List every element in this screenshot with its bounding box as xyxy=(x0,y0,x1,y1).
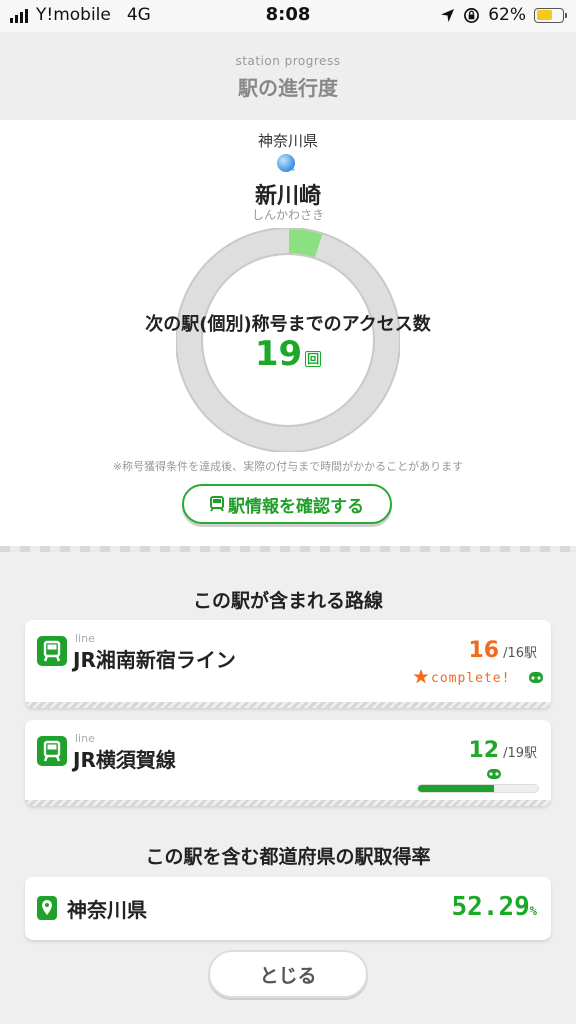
line-progress-bar xyxy=(417,784,539,793)
access-label: 次の駅(個別)称号までのアクセス数 xyxy=(145,314,431,335)
acquisition-rate: 52.29% xyxy=(451,892,537,922)
access-count: 19 回 xyxy=(0,334,576,374)
line-name: JR横須賀線 xyxy=(73,748,176,772)
train-line-icon xyxy=(37,636,67,666)
station-prefecture: 神奈川県 xyxy=(257,132,318,150)
station-info-label: 駅情報を確認する xyxy=(228,496,364,517)
prefecture-card[interactable]: 神奈川県 52.29% xyxy=(25,877,551,940)
station-info-button[interactable]: 駅情報を確認する xyxy=(182,484,392,524)
lines-section-title: この駅が含まれる路線 xyxy=(192,590,383,612)
card-pattern xyxy=(25,800,551,806)
station-kana: しんかわさき xyxy=(251,208,324,222)
battery-percent: 62% xyxy=(488,5,526,25)
mascot-icon xyxy=(486,769,501,779)
train-line-icon xyxy=(37,736,67,766)
access-count-unit: 回 xyxy=(305,351,322,367)
header-subtitle: station progress xyxy=(235,54,341,68)
acquisition-rate-value: 52.29 xyxy=(451,892,530,922)
location-arrow-icon xyxy=(441,8,455,22)
map-pin-icon xyxy=(37,896,57,920)
line-count-total: /19駅 xyxy=(503,746,537,761)
line-count-acquired: 12 xyxy=(468,738,500,763)
battery-icon xyxy=(534,7,567,23)
prefecture-section-title: この駅を含む都道府県の駅取得率 xyxy=(145,846,431,868)
title-note: ※称号獲得条件を達成後、実際の付与まで時間がかかることがあります xyxy=(112,460,464,473)
status-bar: Y!mobile 4G 8:08 62% xyxy=(0,0,576,32)
train-icon xyxy=(210,496,224,512)
line-count-acquired: 16 xyxy=(468,638,500,663)
line-station-count: 16/16駅 xyxy=(468,638,537,663)
prefecture-name: 神奈川県 xyxy=(67,898,147,922)
station-panel: 神奈川県 新川崎 しんかわさき 次の駅(個別)称号までのアクセス数 19 回 ※称… xyxy=(0,120,576,546)
complete-badge: complete! xyxy=(413,669,543,686)
line-card-yokosuka[interactable]: line JR横須賀線 12/19駅 xyxy=(25,720,551,806)
section-divider xyxy=(0,546,576,552)
line-station-count: 12/19駅 xyxy=(468,738,537,763)
rotation-lock-icon xyxy=(464,7,480,23)
line-name: JR湘南新宿ライン xyxy=(73,648,236,672)
line-card-shonan-shinjuku[interactable]: line JR湘南新宿ライン 16/16駅 complete! xyxy=(25,620,551,708)
svg-text:complete!: complete! xyxy=(431,671,510,686)
acquisition-rate-unit: % xyxy=(529,904,537,918)
page-header: station progress 駅の進行度 xyxy=(0,32,576,120)
page-title: 駅の進行度 xyxy=(238,76,338,100)
card-pattern xyxy=(25,702,551,708)
access-count-number: 19 xyxy=(254,334,303,374)
line-count-total: /16駅 xyxy=(503,646,537,661)
station-orb-icon xyxy=(277,154,295,172)
close-button[interactable]: とじる xyxy=(208,950,368,998)
